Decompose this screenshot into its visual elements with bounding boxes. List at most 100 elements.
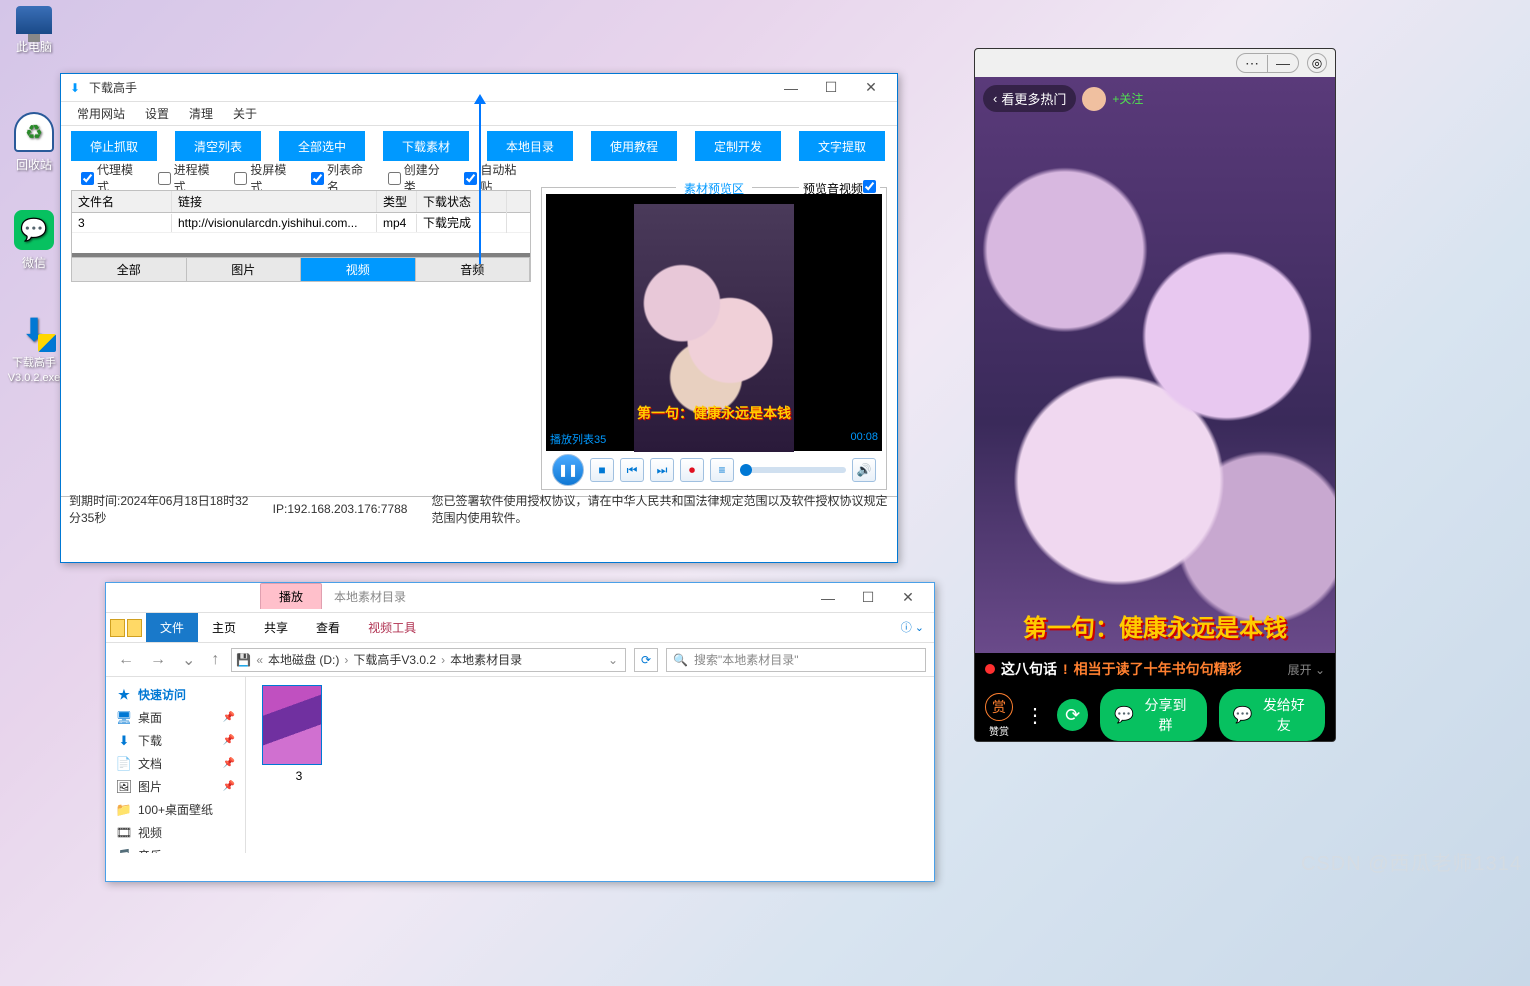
download-button[interactable]: 下载素材 xyxy=(383,131,469,161)
sidebar-desktop[interactable]: 🖥桌面📌 xyxy=(110,706,241,729)
back-more-button[interactable]: ‹看更多热门 xyxy=(983,85,1076,112)
up-button[interactable]: ↑ xyxy=(207,651,223,669)
music-icon: 🎵 xyxy=(116,848,132,854)
sidebar-documents[interactable]: 📄文档📌 xyxy=(110,752,241,775)
folder-icon[interactable] xyxy=(110,619,125,637)
video-info-bar: 这八句话 ! 相当于读了十年书句句精彩 展开 ⌄ 赏 赞赏 ⋮ ⟳ 💬分享到群 … xyxy=(975,653,1335,742)
tab-audio[interactable]: 音频 xyxy=(416,258,531,281)
minimize-button[interactable]: — xyxy=(1268,55,1298,71)
close-button[interactable]: ✕ xyxy=(888,587,928,609)
table-body[interactable]: 3 http://visionularcdn.yishihui.com... m… xyxy=(72,213,530,233)
share-friend-button[interactable]: 💬发给好友 xyxy=(1219,689,1325,741)
window-title: 下载高手 xyxy=(89,79,771,96)
follow-button[interactable]: +关注 xyxy=(1112,90,1143,107)
ribbon-expand-icon[interactable]: ⓘ ⌄ xyxy=(901,619,924,635)
wechat-icon: 💬 xyxy=(1233,705,1253,725)
desktop-downloader-exe[interactable]: 下载高手V3.0.2.exe xyxy=(6,310,62,384)
ribbon-view[interactable]: 查看 xyxy=(302,613,354,642)
share-group-button[interactable]: 💬分享到群 xyxy=(1100,689,1206,741)
ribbon-file[interactable]: 文件 xyxy=(146,613,198,642)
progress-slider[interactable] xyxy=(740,467,846,473)
ribbon-home[interactable]: 主页 xyxy=(198,613,250,642)
tab-all[interactable]: 全部 xyxy=(72,258,187,281)
sidebar-wallpaper[interactable]: 📁100+桌面壁纸 xyxy=(110,798,241,821)
cell-type: mp4 xyxy=(377,214,417,232)
video-caption: 第一句：健康永远是本钱 xyxy=(637,403,791,423)
close-button[interactable]: ✕ xyxy=(851,77,891,99)
text-extract-button[interactable]: 文字提取 xyxy=(799,131,885,161)
more-button[interactable]: ⋯ xyxy=(1237,55,1268,72)
ribbon-share[interactable]: 共享 xyxy=(250,613,302,642)
desktop-recycle-bin[interactable]: 回收站 xyxy=(6,112,62,173)
maximize-button[interactable]: ☐ xyxy=(811,77,851,99)
history-button[interactable]: ⌄ xyxy=(178,650,199,670)
sidebar-pictures[interactable]: 🖼图片📌 xyxy=(110,775,241,798)
maximize-button[interactable]: ☐ xyxy=(848,587,888,609)
record-button[interactable]: ⏺ xyxy=(680,458,704,482)
col-filename[interactable]: 文件名 xyxy=(72,191,172,212)
back-button[interactable]: ← xyxy=(114,651,138,669)
menu-sites[interactable]: 常用网站 xyxy=(69,103,133,124)
next-button[interactable]: ⏭ xyxy=(650,458,674,482)
col-link[interactable]: 链接 xyxy=(172,191,377,212)
file-item[interactable]: 3 xyxy=(262,685,336,783)
prev-button[interactable]: ⏮ xyxy=(620,458,644,482)
window-path-title: 本地素材目录 xyxy=(322,584,418,609)
select-all-button[interactable]: 全部选中 xyxy=(279,131,365,161)
video-preview[interactable]: 第一句：健康永远是本钱 播放列表35 00:08 xyxy=(546,194,882,451)
menu-settings[interactable]: 设置 xyxy=(137,103,177,124)
file-name: 3 xyxy=(296,769,303,783)
table-header: 文件名 链接 类型 下载状态 xyxy=(72,191,530,213)
sidebar-music[interactable]: 🎵音乐 xyxy=(110,844,241,853)
video-feed[interactable]: ‹看更多热门 +关注 第一句：健康永远是本钱 xyxy=(975,77,1335,653)
file-pane[interactable]: 3 xyxy=(246,677,934,853)
custom-dev-button[interactable]: 定制开发 xyxy=(695,131,781,161)
tutorial-button[interactable]: 使用教程 xyxy=(591,131,677,161)
sidebar-videos[interactable]: 🎞视频 xyxy=(110,821,241,844)
shield-icon xyxy=(38,334,56,352)
document-icon: 📄 xyxy=(116,756,132,772)
reward-icon: 赏 xyxy=(985,693,1013,721)
star-icon: ★ xyxy=(116,687,132,703)
explorer-context-tab: 播放 本地素材目录 xyxy=(256,581,418,609)
options-row: 代理模式 进程模式 投屏模式 列表命名 创建分类 自动粘贴 xyxy=(71,166,531,190)
stop-capture-button[interactable]: 停止抓取 xyxy=(71,131,157,161)
reward-button[interactable]: 赏 赞赏 xyxy=(985,693,1013,738)
live-dot-icon xyxy=(985,664,995,674)
col-type[interactable]: 类型 xyxy=(377,191,417,212)
cell-name: 3 xyxy=(72,214,172,232)
playlist-button[interactable]: ≡ xyxy=(710,458,734,482)
tab-image[interactable]: 图片 xyxy=(187,258,302,281)
menu-clean[interactable]: 清理 xyxy=(181,103,221,124)
sidebar-downloads[interactable]: ⬇下载📌 xyxy=(110,729,241,752)
local-dir-button[interactable]: 本地目录 xyxy=(487,131,573,161)
desktop-this-pc[interactable]: 此电脑 xyxy=(6,6,62,55)
stop-button[interactable]: ■ xyxy=(590,458,614,482)
refresh-button[interactable]: ⟳ xyxy=(1057,699,1088,731)
author-avatar[interactable] xyxy=(1082,87,1106,111)
clear-list-button[interactable]: 清空列表 xyxy=(175,131,261,161)
more-icon[interactable]: ⋮ xyxy=(1025,703,1045,728)
wechat-icon xyxy=(14,210,54,250)
volume-button[interactable]: 🔊 xyxy=(852,458,876,482)
folder-icon[interactable] xyxy=(127,619,142,637)
address-bar[interactable]: 💾« 本地磁盘 (D:)› 下载高手V3.0.2› 本地素材目录 ⌄ xyxy=(231,648,626,672)
refresh-button[interactable]: ⟳ xyxy=(634,648,658,672)
label: 微信 xyxy=(22,256,46,270)
sidebar-quick-access[interactable]: ★快速访问 xyxy=(110,683,241,706)
play-tab[interactable]: 播放 xyxy=(260,583,322,609)
search-input[interactable]: 🔍搜索"本地素材目录" xyxy=(666,648,926,672)
ribbon-video-tools[interactable]: 视频工具 xyxy=(354,613,430,642)
menu-about[interactable]: 关于 xyxy=(225,103,265,124)
tab-video[interactable]: 视频 xyxy=(301,258,416,281)
minimize-button[interactable]: — xyxy=(808,587,848,609)
close-circle-button[interactable]: ◎ xyxy=(1307,53,1327,73)
forward-button[interactable]: → xyxy=(146,651,170,669)
col-status[interactable]: 下载状态 xyxy=(417,191,507,212)
expand-button[interactable]: 展开 ⌄ xyxy=(1288,661,1325,678)
table-row[interactable]: 3 http://visionularcdn.yishihui.com... m… xyxy=(72,213,530,233)
app-icon: ⬇ xyxy=(67,80,83,96)
minimize-button[interactable]: — xyxy=(771,77,811,99)
pause-button[interactable]: ❚❚ xyxy=(552,454,584,486)
desktop-wechat[interactable]: 微信 xyxy=(6,210,62,271)
